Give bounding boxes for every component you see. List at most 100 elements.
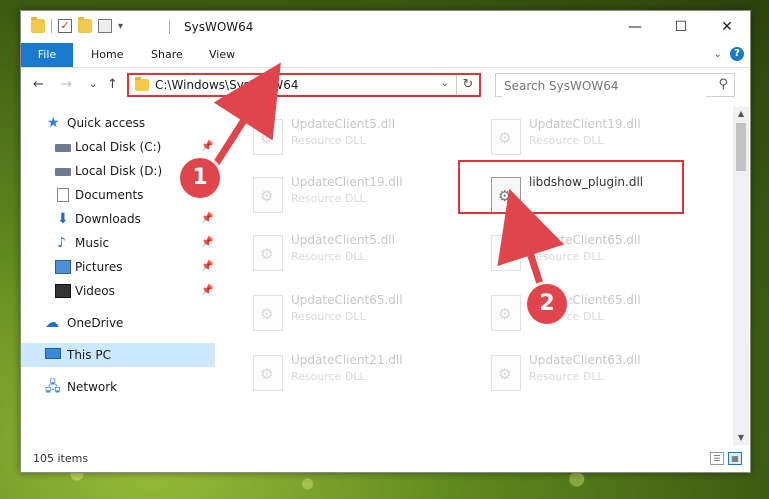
file-type: Resource DLL — [529, 370, 604, 383]
drive-icon — [55, 144, 71, 152]
highlight-box-file — [458, 160, 684, 214]
list-item[interactable]: UpdateClient65.dll Resource DLL — [481, 291, 701, 335]
sidebar-item-label: This PC — [67, 348, 111, 362]
this-pc-icon — [45, 348, 61, 359]
refresh-button[interactable]: ↻ — [456, 75, 479, 95]
list-item[interactable]: UpdateClient65.dll Resource DLL — [243, 291, 463, 335]
toolbar-separator — [51, 19, 52, 33]
quick-access-toolbar: ✓ ▾ — [31, 17, 123, 33]
list-item[interactable]: UpdateClient19.dll Resource DLL — [243, 173, 463, 217]
dll-file-icon — [491, 119, 521, 155]
dll-file-icon — [253, 295, 283, 331]
tab-file[interactable]: File — [21, 43, 73, 67]
file-name: UpdateClient5.dll — [291, 233, 395, 247]
dll-file-icon — [253, 177, 283, 213]
search-icon[interactable]: ⚲ — [718, 77, 728, 92]
forward-button[interactable]: → — [61, 77, 72, 92]
tab-share[interactable]: Share — [151, 43, 183, 67]
pin-icon[interactable]: 📌 — [201, 135, 213, 159]
file-type: Resource DLL — [529, 250, 604, 263]
navigation-pane: ★ Quick access Local Disk (C:) 📌 Local D… — [21, 107, 215, 445]
dll-file-icon — [253, 235, 283, 271]
toolbar-dropdown-icon[interactable]: ▾ — [118, 21, 123, 32]
onedrive-icon: ☁ — [45, 315, 59, 331]
help-icon[interactable]: ? — [730, 47, 744, 61]
sidebar-item-label: Pictures — [75, 260, 123, 274]
ribbon-right: ⌄ ? — [714, 47, 744, 61]
properties-check-icon[interactable]: ✓ — [58, 19, 72, 33]
up-button[interactable]: ↑ — [107, 77, 118, 92]
expand-ribbon-icon[interactable]: ⌄ — [714, 49, 722, 60]
window-title: SysWOW64 — [184, 20, 254, 34]
sidebar-item-label: Local Disk (D:) — [75, 164, 163, 178]
file-name: UpdateClient63.dll — [529, 353, 641, 367]
dll-file-icon — [491, 355, 521, 391]
search-input[interactable] — [502, 75, 706, 97]
file-list: UpdateClient5.dll Resource DLL UpdateCli… — [231, 107, 733, 445]
list-item[interactable]: UpdateClient5.dll Resource DLL — [243, 231, 463, 275]
title-bar: ✓ ▾ SysWOW64 — ☐ ✕ — [21, 11, 750, 43]
tab-home[interactable]: Home — [91, 43, 123, 67]
tiles-view-icon[interactable]: ▦ — [728, 452, 742, 465]
sidebar-item-label: Music — [75, 236, 110, 250]
sidebar-item-label: Downloads — [75, 212, 141, 226]
file-type: Resource DLL — [291, 310, 366, 323]
close-button[interactable]: ✕ — [704, 11, 750, 43]
file-type: Resource DLL — [291, 250, 366, 263]
ribbon-tabs: File Home Share View ⌄ ? — [21, 43, 750, 68]
customize-icon[interactable] — [98, 19, 112, 33]
pin-icon[interactable]: 📌 — [201, 255, 213, 279]
status-bar: 105 items ☰ ▦ — [21, 446, 750, 472]
sidebar-item-label: OneDrive — [67, 316, 124, 330]
pin-icon[interactable]: 📌 — [201, 279, 213, 303]
drive-icon — [55, 168, 71, 176]
sidebar-item-local-disk-c[interactable]: Local Disk (C:) 📌 — [21, 135, 215, 159]
sidebar-item-videos[interactable]: Videos 📌 — [21, 279, 215, 303]
sidebar-item-pictures[interactable]: Pictures 📌 — [21, 255, 215, 279]
file-name: UpdateClient19.dll — [291, 175, 403, 189]
address-path[interactable]: C:\Windows\SysWOW64 — [155, 78, 299, 92]
list-item[interactable]: UpdateClient63.dll Resource DLL — [481, 351, 701, 395]
tab-view[interactable]: View — [209, 43, 235, 67]
list-item[interactable]: UpdateClient5.dll Resource DLL — [243, 115, 463, 159]
details-view-icon[interactable]: ☰ — [710, 452, 724, 465]
file-name: UpdateClient19.dll — [529, 117, 641, 131]
step-2-badge: 2 — [527, 284, 567, 324]
list-item[interactable]: UpdateClient65.dll Resource DLL — [481, 231, 701, 275]
sidebar-item-quick-access[interactable]: ★ Quick access — [21, 111, 215, 135]
sidebar-item-label: Network — [67, 380, 118, 394]
minimize-button[interactable]: — — [612, 11, 658, 43]
view-buttons: ☰ ▦ — [710, 452, 742, 465]
new-folder-icon[interactable] — [78, 17, 92, 33]
videos-icon — [55, 284, 71, 298]
file-name: UpdateClient5.dll — [291, 117, 395, 131]
pin-icon[interactable]: 📌 — [201, 207, 213, 231]
pin-icon[interactable]: 📌 — [201, 231, 213, 255]
address-bar[interactable]: C:\Windows\SysWOW64 ⌄ ↻ — [127, 73, 481, 97]
star-icon: ★ — [47, 115, 60, 131]
sidebar-item-network[interactable]: 🖧 Network — [21, 375, 215, 399]
address-dropdown-icon[interactable]: ⌄ — [441, 78, 449, 89]
navigation-bar: ← → ⌄ ↑ C:\Windows\SysWOW64 ⌄ ↻ ⚲ — [21, 69, 750, 101]
sidebar-item-this-pc[interactable]: This PC — [21, 343, 215, 367]
vertical-scrollbar[interactable]: ▲ ▼ — [733, 107, 749, 445]
pictures-icon — [55, 260, 71, 274]
folder-icon[interactable] — [31, 17, 45, 33]
sidebar-item-onedrive[interactable]: ☁ OneDrive — [21, 311, 215, 335]
address-folder-icon — [135, 77, 149, 91]
scroll-down-icon[interactable]: ▼ — [733, 431, 749, 445]
sidebar-item-music[interactable]: ♪ Music 📌 — [21, 231, 215, 255]
sidebar-item-downloads[interactable]: ⬇ Downloads 📌 — [21, 207, 215, 231]
dll-file-icon — [253, 119, 283, 155]
list-item[interactable]: UpdateClient19.dll Resource DLL — [481, 115, 701, 159]
file-type: Resource DLL — [291, 134, 366, 147]
back-button[interactable]: ← — [33, 77, 44, 92]
title-separator — [169, 20, 170, 34]
scrollbar-thumb[interactable] — [736, 123, 746, 171]
scroll-up-icon[interactable]: ▲ — [733, 107, 749, 121]
file-name: UpdateClient21.dll — [291, 353, 403, 367]
dll-file-icon — [253, 355, 283, 391]
maximize-button[interactable]: ☐ — [658, 11, 704, 43]
list-item[interactable]: UpdateClient21.dll Resource DLL — [243, 351, 463, 395]
recent-locations-button[interactable]: ⌄ — [89, 79, 97, 90]
